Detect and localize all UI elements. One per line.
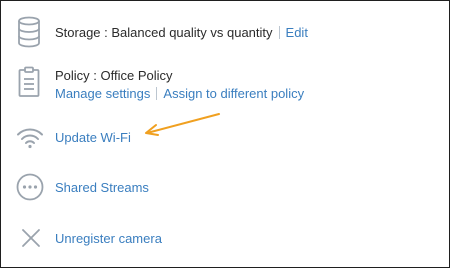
- close-icon: [22, 229, 40, 247]
- wifi-icon: [17, 128, 43, 149]
- assign-policy-link[interactable]: Assign to different policy: [163, 86, 304, 101]
- arrow-annotation: [145, 113, 220, 136]
- storage-label: Storage : Balanced quality vs quantity: [55, 25, 273, 40]
- clipboard-icon: [18, 66, 40, 97]
- more-icon: [16, 173, 44, 201]
- policy-actions: Manage settings Assign to different polic…: [55, 86, 304, 102]
- storage-row: Storage : Balanced quality vs quantity Ed…: [55, 25, 308, 41]
- edit-storage-link[interactable]: Edit: [286, 25, 308, 40]
- database-icon: [18, 16, 40, 48]
- camera-settings-panel: Storage : Balanced quality vs quantity Ed…: [0, 0, 450, 268]
- separator: [278, 26, 280, 39]
- shared-streams-link[interactable]: Shared Streams: [55, 180, 149, 196]
- manage-settings-link[interactable]: Manage settings: [55, 86, 150, 101]
- update-wifi-link[interactable]: Update Wi-Fi: [55, 130, 131, 146]
- unregister-camera-link[interactable]: Unregister camera: [55, 231, 162, 247]
- separator: [156, 87, 158, 100]
- policy-label: Policy : Office Policy: [55, 68, 173, 83]
